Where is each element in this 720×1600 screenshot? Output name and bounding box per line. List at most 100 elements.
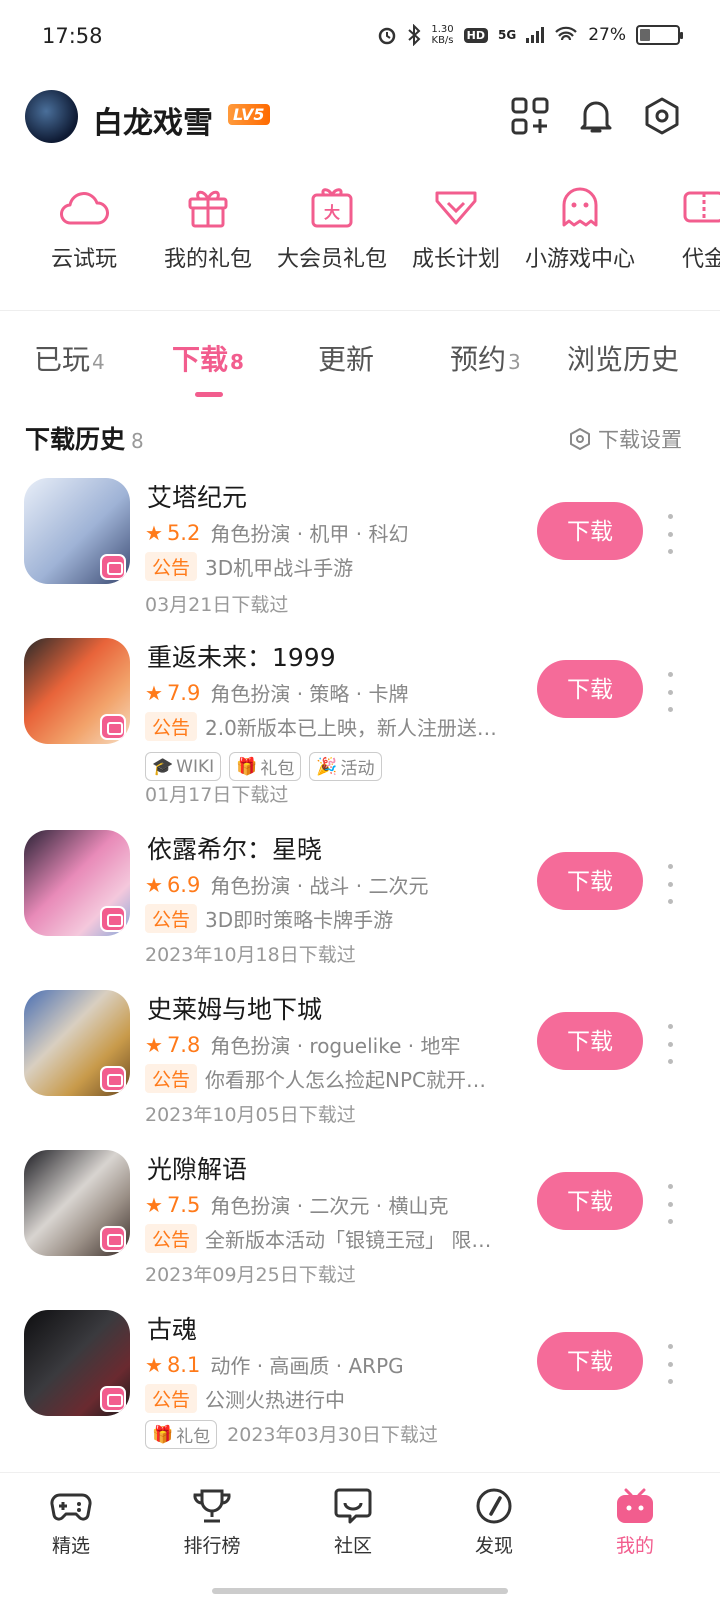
- quick-entry-vip-gifts[interactable]: 大 大会员礼包: [268, 185, 396, 273]
- active-tab-indicator: [195, 392, 223, 397]
- game-notice[interactable]: 公告 2.0新版本已上映，新人注册送…: [145, 712, 497, 741]
- more-options-icon[interactable]: [664, 864, 676, 904]
- star-icon: ★: [145, 520, 163, 545]
- game-name[interactable]: 光隙解语: [147, 1150, 247, 1186]
- download-date: 01月17日下载过: [145, 784, 289, 806]
- gift-chip[interactable]: 🎁 礼包: [229, 752, 302, 781]
- download-button[interactable]: 下载: [537, 502, 643, 560]
- download-button[interactable]: 下载: [537, 1012, 643, 1070]
- game-notice[interactable]: 公告 全新版本活动「银镜王冠」 限…: [145, 1224, 491, 1253]
- nav-discover[interactable]: 发现: [444, 1487, 544, 1558]
- download-button[interactable]: 下载: [537, 852, 643, 910]
- gift-small-icon: 🎁: [236, 756, 258, 777]
- apps-add-icon[interactable]: [510, 96, 550, 136]
- download-date: 2023年10月05日下载过: [145, 1104, 356, 1126]
- home-indicator[interactable]: [212, 1588, 508, 1594]
- game-icon[interactable]: [24, 830, 130, 936]
- trophy-icon: [193, 1489, 231, 1523]
- nav-mine[interactable]: 我的: [585, 1487, 685, 1558]
- download-date: 03月21日下载过: [145, 594, 289, 616]
- nav-community[interactable]: 社区: [303, 1487, 403, 1558]
- star-icon: ★: [145, 872, 163, 897]
- alarm-icon: [379, 27, 396, 45]
- notice-text: 2.0新版本已上映，新人注册送…: [205, 716, 497, 740]
- svg-text:大: 大: [324, 203, 340, 222]
- section-divider: [0, 310, 720, 311]
- notice-text: 3D即时策略卡牌手游: [205, 908, 394, 932]
- game-genres: 动作 · 高画质 · ARPG: [210, 1354, 404, 1378]
- game-genres: 角色扮演 · 机甲 · 科幻: [210, 522, 409, 546]
- settings-icon[interactable]: [642, 96, 682, 136]
- game-meta: ★ 7.5 角色扮演 · 二次元 · 横山克: [145, 1190, 449, 1219]
- nav-featured[interactable]: 精选: [21, 1487, 121, 1558]
- status-time: 17:58: [42, 24, 103, 48]
- bilibili-badge-icon: [100, 714, 126, 740]
- game-name[interactable]: 依露希尔：星晓: [147, 830, 322, 866]
- tab-download[interactable]: 下载 8: [172, 338, 244, 378]
- game-name[interactable]: 艾塔纪元: [147, 478, 247, 514]
- more-options-icon[interactable]: [664, 1344, 676, 1384]
- download-button[interactable]: 下载: [537, 1332, 643, 1390]
- tab-update[interactable]: 更新: [318, 338, 374, 378]
- bilibili-badge-icon: [100, 554, 126, 580]
- download-button[interactable]: 下载: [537, 1172, 643, 1230]
- avatar[interactable]: [25, 90, 78, 143]
- section-title: 下载历史 8: [25, 425, 144, 454]
- level-badge: LV5: [228, 104, 270, 125]
- game-notice[interactable]: 公告 你看那个人怎么捡起NPC就开…: [145, 1064, 486, 1093]
- download-button[interactable]: 下载: [537, 660, 643, 718]
- download-date: 2023年09月25日下载过: [145, 1264, 356, 1286]
- quick-entry-mini-games[interactable]: 小游戏中心: [516, 185, 644, 273]
- more-options-icon[interactable]: [664, 514, 676, 554]
- quick-entry-cloud-play[interactable]: 云试玩: [20, 185, 148, 273]
- notice-tag: 公告: [145, 1064, 198, 1093]
- voucher-icon: [683, 191, 720, 223]
- game-name[interactable]: 史莱姆与地下城: [147, 990, 322, 1026]
- notice-tag: 公告: [145, 904, 198, 933]
- game-notice[interactable]: 公告 3D机甲战斗手游: [145, 552, 353, 581]
- download-settings-link[interactable]: 下载设置: [568, 424, 682, 454]
- game-meta: ★ 7.9 角色扮演 · 策略 · 卡牌: [145, 678, 409, 707]
- tab-played[interactable]: 已玩 4: [34, 338, 105, 378]
- game-notice[interactable]: 公告 公测火热进行中: [145, 1384, 345, 1413]
- cloud-icon: [60, 192, 109, 225]
- wifi-icon: [555, 26, 577, 41]
- game-icon[interactable]: [24, 478, 130, 584]
- tab-reservation[interactable]: 预约 3: [450, 338, 521, 378]
- bilibili-badge-icon: [100, 1066, 126, 1092]
- status-icons: 1.30 KB/s HD 5G 27%: [377, 24, 683, 46]
- star-icon: ★: [145, 1352, 163, 1377]
- game-icon[interactable]: [24, 990, 130, 1096]
- bilibili-badge-icon: [100, 1386, 126, 1412]
- tab-browse-history[interactable]: 浏览历史: [567, 338, 679, 378]
- bell-icon[interactable]: [576, 96, 616, 136]
- more-options-icon[interactable]: [664, 672, 676, 712]
- game-notice[interactable]: 公告 3D即时策略卡牌手游: [145, 904, 393, 933]
- game-name[interactable]: 重返未来：1999: [147, 638, 336, 674]
- nav-ranking[interactable]: 排行榜: [162, 1487, 262, 1558]
- game-genres: 角色扮演 · roguelike · 地牢: [210, 1034, 461, 1058]
- quick-entry-growth-plan[interactable]: 成长计划: [392, 185, 520, 273]
- game-score: 8.1: [166, 1352, 201, 1377]
- game-genres: 角色扮演 · 策略 · 卡牌: [210, 682, 409, 706]
- gift-chip[interactable]: 🎁 礼包: [145, 1420, 218, 1449]
- star-icon: ★: [145, 680, 163, 705]
- game-meta: ★ 5.2 角色扮演 · 机甲 · 科幻: [145, 518, 409, 547]
- game-score: 6.9: [166, 872, 201, 897]
- notice-tag: 公告: [145, 552, 198, 581]
- wiki-chip[interactable]: 🎓 WIKI: [145, 752, 222, 781]
- game-genres: 角色扮演 · 战斗 · 二次元: [210, 874, 429, 898]
- game-name[interactable]: 古魂: [147, 1310, 197, 1346]
- game-icon[interactable]: [24, 1150, 130, 1256]
- event-chip[interactable]: 🎉 活动: [309, 752, 382, 781]
- game-icon[interactable]: [24, 1310, 130, 1416]
- more-options-icon[interactable]: [664, 1184, 676, 1224]
- quick-entry-my-gifts[interactable]: 我的礼包: [144, 185, 272, 273]
- heart-badge-icon: [435, 191, 477, 225]
- username[interactable]: 白龙戏雪: [93, 98, 213, 142]
- game-icon[interactable]: [24, 638, 130, 744]
- signal-icon: [526, 27, 545, 43]
- quick-entry-voucher[interactable]: 代金: [640, 185, 720, 273]
- game-score: 7.9: [166, 680, 201, 705]
- more-options-icon[interactable]: [664, 1024, 676, 1064]
